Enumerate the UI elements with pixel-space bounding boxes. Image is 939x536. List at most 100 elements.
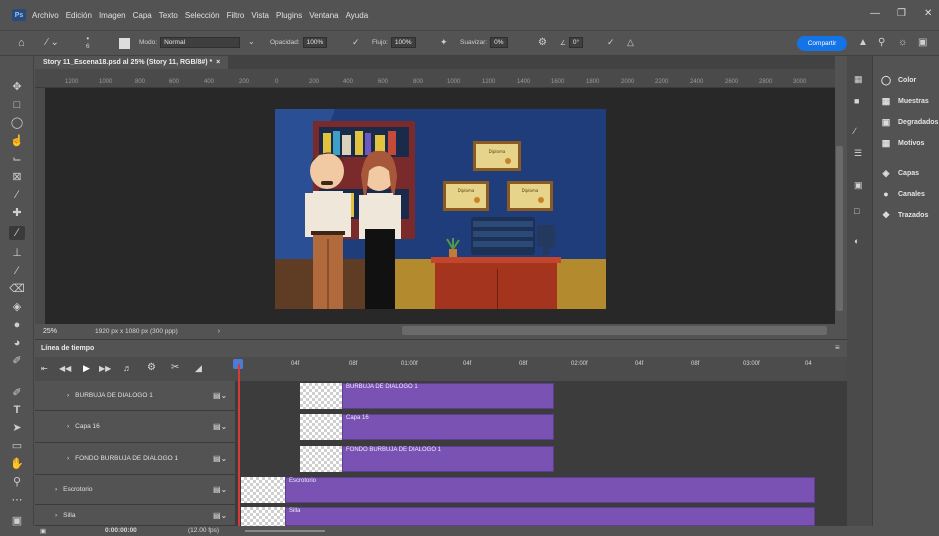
transition-icon[interactable]: ◢ — [195, 363, 202, 374]
artboard-canvas[interactable]: Diploma Diploma Diploma — [275, 109, 606, 309]
brush-tool-active-icon[interactable]: ∕ — [9, 226, 25, 240]
menu-ayuda[interactable]: Ayuda — [346, 11, 369, 20]
video-clip[interactable]: Escrotorio — [285, 477, 815, 503]
menu-ventana[interactable]: Ventana — [309, 11, 338, 20]
symmetry-icon[interactable]: △ — [627, 37, 634, 48]
expand-chevron-icon[interactable]: › — [55, 512, 57, 519]
bell-icon[interactable]: ▲ — [858, 37, 868, 48]
audio-icon[interactable]: ♬ — [123, 363, 132, 373]
settings-gear-icon[interactable]: ⚙ — [147, 362, 156, 373]
menu-vista[interactable]: Vista — [251, 11, 269, 20]
expand-chevron-icon[interactable]: › — [67, 423, 69, 430]
menu-archivo[interactable]: Archivo — [32, 11, 59, 20]
paint-bucket-icon[interactable]: ◈ — [9, 300, 25, 314]
history-panel-icon[interactable]: ▦ — [854, 74, 863, 85]
video-clip[interactable]: Capa 16 — [342, 414, 554, 440]
track-menu-icon[interactable]: ▤⌄ — [213, 391, 227, 400]
properties-panel-icon[interactable]: □ — [854, 206, 859, 216]
crop-tool-icon[interactable]: ⌙ — [9, 152, 25, 166]
layer-track-label[interactable]: › BURBUJA DE DIALOGO 1 ▤⌄ — [35, 381, 235, 411]
panel-color[interactable]: ◯ Color — [880, 75, 916, 85]
comments-panel-icon[interactable]: ■ — [854, 96, 859, 106]
close-icon[interactable]: ✕ — [924, 8, 932, 19]
layer-track-label[interactable]: › Silla ▤⌄ — [35, 505, 235, 526]
brush-panel-icon[interactable]: ∕ — [854, 126, 856, 136]
healing-brush-icon[interactable]: ✚ — [9, 206, 25, 220]
menu-edicion[interactable]: Edición — [66, 11, 92, 20]
next-frame-icon[interactable]: ▶▶ — [99, 364, 111, 373]
hand-tool-icon[interactable]: ✋ — [9, 457, 25, 471]
zoom-slider[interactable] — [245, 530, 325, 532]
current-time[interactable]: 0:00:00:00 — [105, 527, 137, 534]
pen-tool-2-icon[interactable]: ✐ — [9, 386, 25, 400]
pen-tool-icon[interactable]: ✐ — [9, 354, 25, 368]
convert-frames-icon[interactable]: ▣ — [40, 527, 46, 535]
timeline-menu-icon[interactable]: ≡ — [835, 343, 840, 352]
menu-seleccion[interactable]: Selección — [185, 11, 220, 20]
menu-texto[interactable]: Texto — [159, 11, 178, 20]
layer-track-label[interactable]: › FONDO BURBUJA DE DIALOGO 1 ▤⌄ — [35, 443, 235, 475]
eraser-tool-icon[interactable]: ⌫ — [9, 282, 25, 296]
eyedropper-icon[interactable]: ∕ — [9, 188, 25, 202]
adjustments-circle-icon[interactable]: ◐ — [854, 236, 859, 246]
video-clip[interactable]: BURBUJA DE DIALOGO 1 — [342, 383, 554, 409]
menu-filtro[interactable]: Filtro — [227, 11, 245, 20]
blur-tool-icon[interactable]: ● — [9, 318, 25, 332]
panel-channels[interactable]: ● Canales — [880, 189, 925, 199]
angle-field[interactable]: 0° — [568, 37, 584, 48]
panel-swatches[interactable]: ▦ Muestras — [880, 96, 929, 106]
menu-capa[interactable]: Capa — [133, 11, 152, 20]
document-tab[interactable]: Story 11_Escena18.psd al 25% (Story 11, … — [35, 56, 229, 69]
frame-rate[interactable]: (12.00 fps) — [188, 527, 219, 534]
marquee-tool-icon[interactable]: □ — [9, 98, 25, 112]
adjust-panel-icon[interactable]: ☰ — [854, 148, 862, 159]
expand-chevron-icon[interactable]: › — [67, 392, 69, 399]
tab-close-icon[interactable]: × — [216, 59, 220, 66]
track-menu-icon[interactable]: ▤⌄ — [213, 511, 227, 520]
video-clip[interactable]: Silla — [285, 507, 815, 526]
split-scissors-icon[interactable]: ✂ — [171, 362, 179, 373]
mode-dropdown-icon[interactable]: ⌄ — [248, 37, 255, 46]
smooth-field[interactable]: 0% — [490, 37, 508, 48]
panel-paths[interactable]: ❖ Trazados — [880, 210, 928, 220]
smooth-settings-gear-icon[interactable]: ⚙ — [538, 37, 547, 48]
brush-tool-icon[interactable]: ∕ ⌄ — [46, 37, 59, 48]
opacity-field[interactable]: 100% — [302, 37, 328, 48]
pressure-size-icon[interactable]: ✓ — [607, 37, 615, 48]
previous-frame-icon[interactable]: ◀◀ — [59, 364, 71, 373]
vertical-scrollbar[interactable] — [836, 146, 843, 311]
object-select-icon[interactable]: ☝ — [9, 134, 25, 148]
minimize-icon[interactable]: — — [870, 8, 880, 19]
dodge-tool-icon[interactable]: ◕ — [9, 336, 25, 350]
panel-gradients[interactable]: ▣ Degradados — [880, 117, 939, 127]
brush-settings-icon[interactable] — [119, 38, 130, 49]
image-panel-icon[interactable]: ▣ — [854, 180, 863, 191]
lasso-tool-icon[interactable]: ◯ — [9, 116, 25, 130]
airbrush-icon[interactable]: ✦ — [440, 37, 448, 48]
flow-field[interactable]: 100% — [390, 37, 416, 48]
more-tools-icon[interactable]: ⋯ — [9, 493, 25, 507]
panel-layers[interactable]: ◈ Capas — [880, 168, 919, 178]
workspace-icon[interactable]: ▣ — [918, 37, 927, 48]
track-menu-icon[interactable]: ▤⌄ — [213, 422, 227, 431]
menu-imagen[interactable]: Imagen — [99, 11, 126, 20]
home-icon[interactable]: ⌂ — [18, 37, 25, 49]
zoom-tool-icon[interactable]: ⚲ — [9, 475, 25, 489]
video-clip[interactable]: FONDO BURBUJA DE DIALOGO 1 — [342, 446, 554, 472]
type-tool-icon[interactable]: T — [9, 403, 25, 417]
mode-select[interactable]: Normal — [160, 37, 241, 48]
expand-chevron-icon[interactable]: › — [55, 486, 57, 493]
panel-patterns[interactable]: ▦ Motivos — [880, 138, 925, 148]
play-icon[interactable]: ▶ — [83, 363, 90, 374]
discover-icon[interactable]: ☼ — [898, 37, 907, 48]
search-icon[interactable]: ⚲ — [878, 37, 885, 48]
zoom-level[interactable]: 25% — [43, 328, 57, 335]
share-button[interactable]: Compartir — [797, 36, 847, 51]
frame-tool-icon[interactable]: ⊠ — [9, 170, 25, 184]
brush-size-picker[interactable]: • 6 — [86, 34, 90, 50]
history-brush-icon[interactable]: ∕ — [9, 264, 25, 278]
menu-plugins[interactable]: Plugins — [276, 11, 302, 20]
layer-track-label[interactable]: › Escrotorio ▤⌄ — [35, 475, 235, 505]
rectangle-tool-icon[interactable]: ▭ — [9, 439, 25, 453]
restore-icon[interactable]: ❐ — [897, 8, 906, 19]
